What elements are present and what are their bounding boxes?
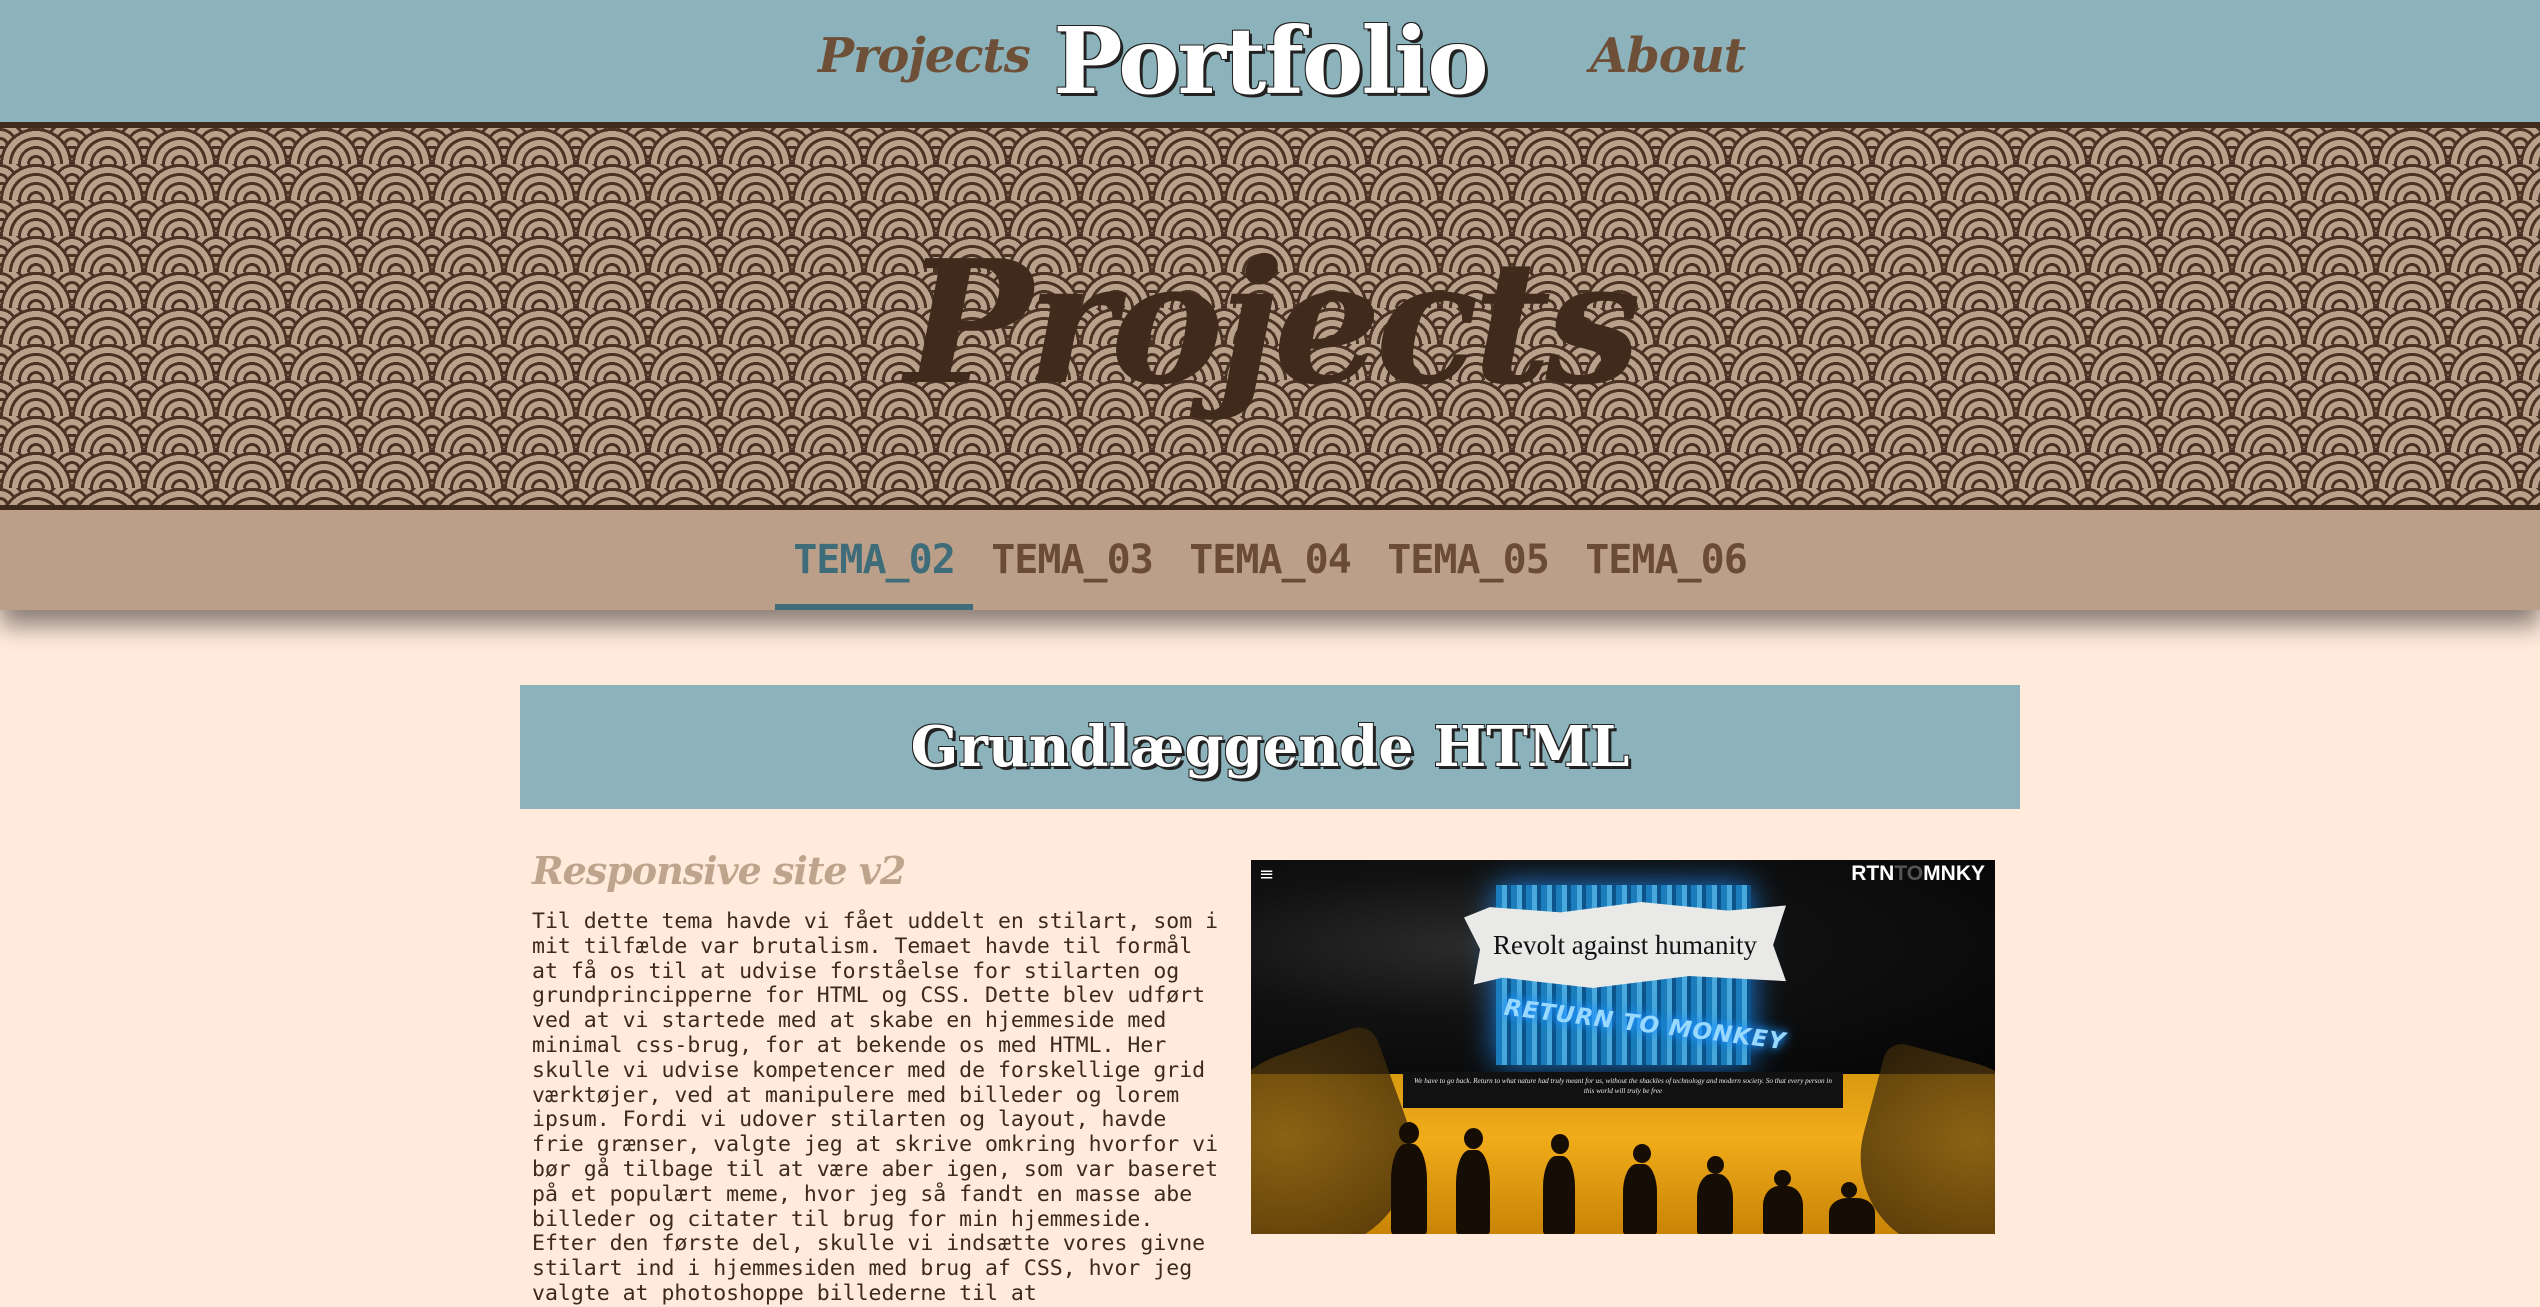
top-navbar: Projects Portfolio About bbox=[0, 0, 2540, 125]
brand-logo[interactable]: Portfolio bbox=[1053, 0, 1488, 122]
silhouette-head bbox=[1464, 1128, 1483, 1149]
silhouette-figure bbox=[1391, 1144, 1427, 1234]
project-description: Til dette tema havde vi fået uddelt en s… bbox=[532, 909, 1219, 1306]
tab-tema-03[interactable]: TEMA_03 bbox=[973, 510, 1171, 610]
tema-tabbar: TEMA_02 TEMA_03 TEMA_04 TEMA_05 TEMA_06 bbox=[0, 510, 2540, 610]
silhouette-head bbox=[1774, 1170, 1791, 1187]
tab-tema-04[interactable]: TEMA_04 bbox=[1171, 510, 1369, 610]
hero-title: Projects bbox=[904, 223, 1641, 423]
preview-paper-banner: Revolt against humanity bbox=[1464, 902, 1786, 988]
preview-paper-title: Revolt against humanity bbox=[1493, 929, 1757, 960]
tab-tema-05[interactable]: TEMA_05 bbox=[1369, 510, 1567, 610]
hero-banner: Projects bbox=[0, 128, 2540, 505]
silhouette-figure bbox=[1829, 1198, 1875, 1234]
silhouette-figure bbox=[1456, 1150, 1490, 1234]
preview-logo-part-a: RTN bbox=[1851, 862, 1895, 885]
silhouette-head bbox=[1399, 1122, 1419, 1144]
preview-site-logo: RTNTOMNKY bbox=[1851, 862, 1985, 886]
silhouette-head bbox=[1551, 1134, 1569, 1154]
section-banner: Grundlæggende HTML bbox=[520, 685, 2020, 809]
hamburger-menu-icon: ≡ bbox=[1259, 864, 1275, 885]
tema-tabs: TEMA_02 TEMA_03 TEMA_04 TEMA_05 TEMA_06 bbox=[775, 510, 1765, 610]
silhouette-head bbox=[1707, 1156, 1724, 1174]
nav-link-about[interactable]: About bbox=[1590, 28, 1746, 84]
project-heading: Responsive site v2 bbox=[532, 848, 906, 893]
project-preview-image[interactable]: Revolt against humanity RETURN TO MONKEY… bbox=[1251, 860, 1995, 1234]
nav-link-projects[interactable]: Projects bbox=[818, 28, 1031, 84]
preview-logo-part-b: TO bbox=[1894, 862, 1924, 885]
silhouette-head bbox=[1841, 1182, 1857, 1198]
silhouette-figure bbox=[1697, 1174, 1733, 1234]
preview-logo-part-c: MNKY bbox=[1923, 862, 1985, 885]
section-title: Grundlæggende HTML bbox=[910, 714, 1630, 780]
tab-tema-02[interactable]: TEMA_02 bbox=[775, 510, 973, 610]
tab-tema-06[interactable]: TEMA_06 bbox=[1567, 510, 1765, 610]
preview-quote: We have to go back. Return to what natur… bbox=[1403, 1072, 1843, 1108]
silhouette-head bbox=[1633, 1144, 1651, 1163]
silhouette-figure bbox=[1543, 1156, 1575, 1234]
silhouette-figure bbox=[1763, 1186, 1803, 1234]
silhouette-figure bbox=[1623, 1164, 1657, 1234]
